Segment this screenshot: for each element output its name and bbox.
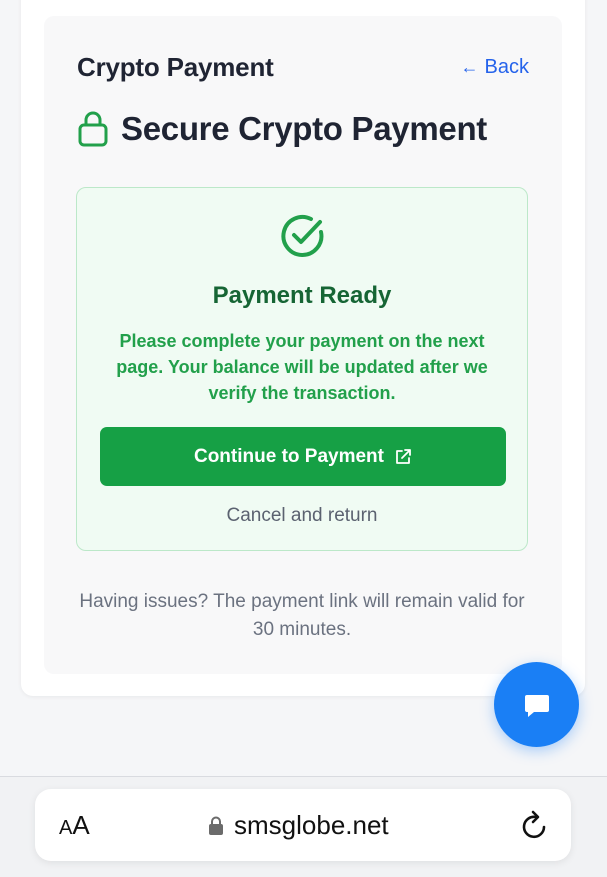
chat-button[interactable]: [494, 662, 579, 747]
text-size-button[interactable]: AA: [59, 810, 90, 841]
lock-icon: [78, 111, 108, 147]
back-label: Back: [484, 56, 529, 78]
padlock-icon: [209, 816, 223, 835]
reload-icon[interactable]: [520, 808, 550, 842]
continue-to-payment-button[interactable]: Continue to Payment: [100, 427, 506, 486]
status-message: Please complete your payment on the next…: [116, 331, 488, 403]
help-note: Having issues? The payment link will rem…: [79, 591, 525, 640]
check-circle-icon: [281, 215, 324, 257]
chat-bubble-icon: [524, 694, 549, 717]
page-title: Crypto Payment: [77, 52, 274, 82]
url-display[interactable]: smsglobe.net: [208, 810, 389, 841]
secure-title: Secure Crypto Payment: [121, 110, 487, 147]
external-link-icon: [396, 448, 411, 464]
back-button[interactable]: ← Back: [461, 56, 529, 79]
status-title: Payment Ready: [212, 282, 392, 309]
url-text: smsglobe.net: [234, 810, 389, 840]
secure-heading: Secure Crypto Payment: [77, 110, 487, 148]
arrow-left-icon: ←: [460, 57, 479, 77]
cancel-and-return-link[interactable]: Cancel and return: [76, 505, 528, 527]
continue-label: Continue to Payment: [193, 445, 384, 467]
